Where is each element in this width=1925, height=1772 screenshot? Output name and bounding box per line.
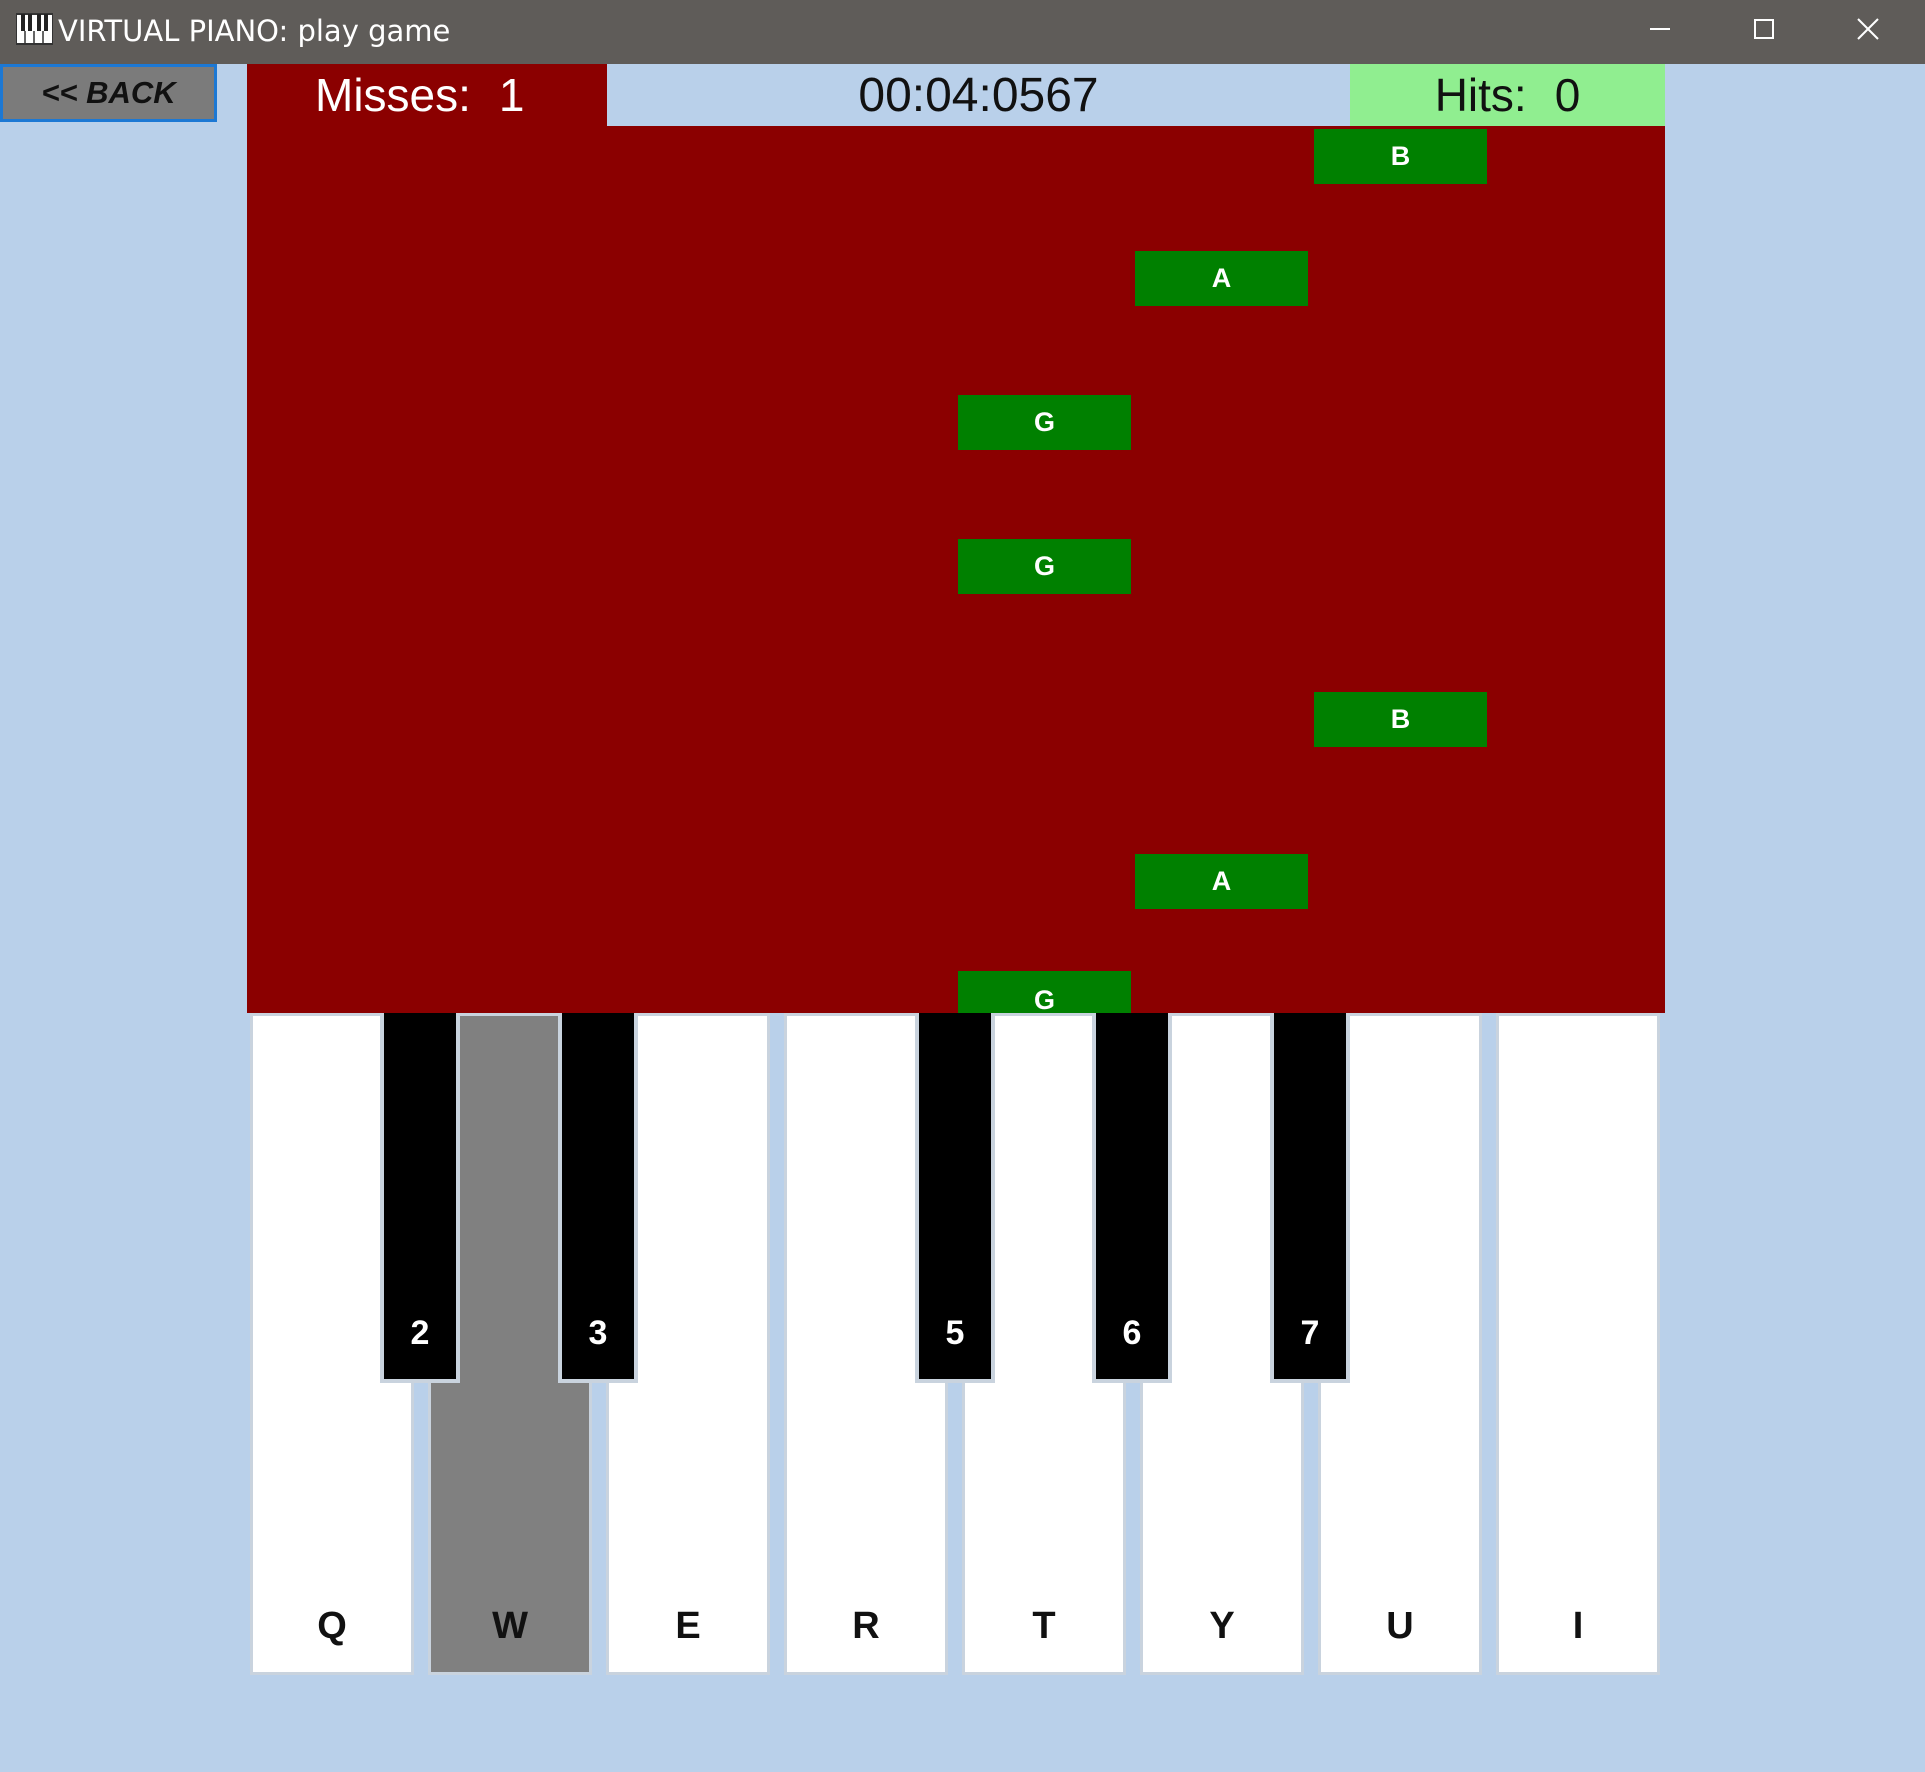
falling-note: G: [958, 971, 1131, 1013]
note-highway: Misses: 1 00:04:0567 Hits: 0 B A G G B A…: [247, 64, 1665, 1013]
falling-note: B: [1314, 692, 1487, 747]
minimize-button[interactable]: [1609, 0, 1709, 64]
misses-counter: Misses: 1: [247, 64, 607, 126]
maximize-icon: [1754, 19, 1774, 39]
piano-app-icon: [16, 13, 53, 45]
minimize-icon: [1650, 28, 1670, 30]
hits-value: 0: [1554, 69, 1581, 121]
close-button[interactable]: [1817, 0, 1917, 64]
black-key-3[interactable]: 3: [558, 1013, 638, 1383]
black-key-7[interactable]: 7: [1270, 1013, 1350, 1383]
window-title: VIRTUAL PIANO: play game: [58, 14, 451, 48]
black-key-5[interactable]: 5: [915, 1013, 995, 1383]
falling-note: A: [1135, 251, 1308, 306]
hits-counter: Hits: 0: [1350, 64, 1665, 126]
title-bar: VIRTUAL PIANO: play game: [0, 0, 1925, 64]
back-button[interactable]: << BACK: [0, 64, 217, 122]
black-key-6[interactable]: 6: [1092, 1013, 1172, 1383]
close-icon: [1857, 18, 1879, 40]
misses-value: 1: [498, 69, 525, 121]
misses-label: Misses:: [315, 69, 471, 121]
hits-label: Hits:: [1434, 69, 1527, 121]
black-key-2[interactable]: 2: [380, 1013, 460, 1383]
timer-display: 00:04:0567: [607, 64, 1350, 126]
white-key-i[interactable]: I: [1496, 1013, 1660, 1675]
maximize-button[interactable]: [1713, 0, 1813, 64]
falling-note: A: [1135, 854, 1308, 909]
falling-note: G: [958, 539, 1131, 594]
falling-note: G: [958, 395, 1131, 450]
falling-note: B: [1314, 129, 1487, 184]
